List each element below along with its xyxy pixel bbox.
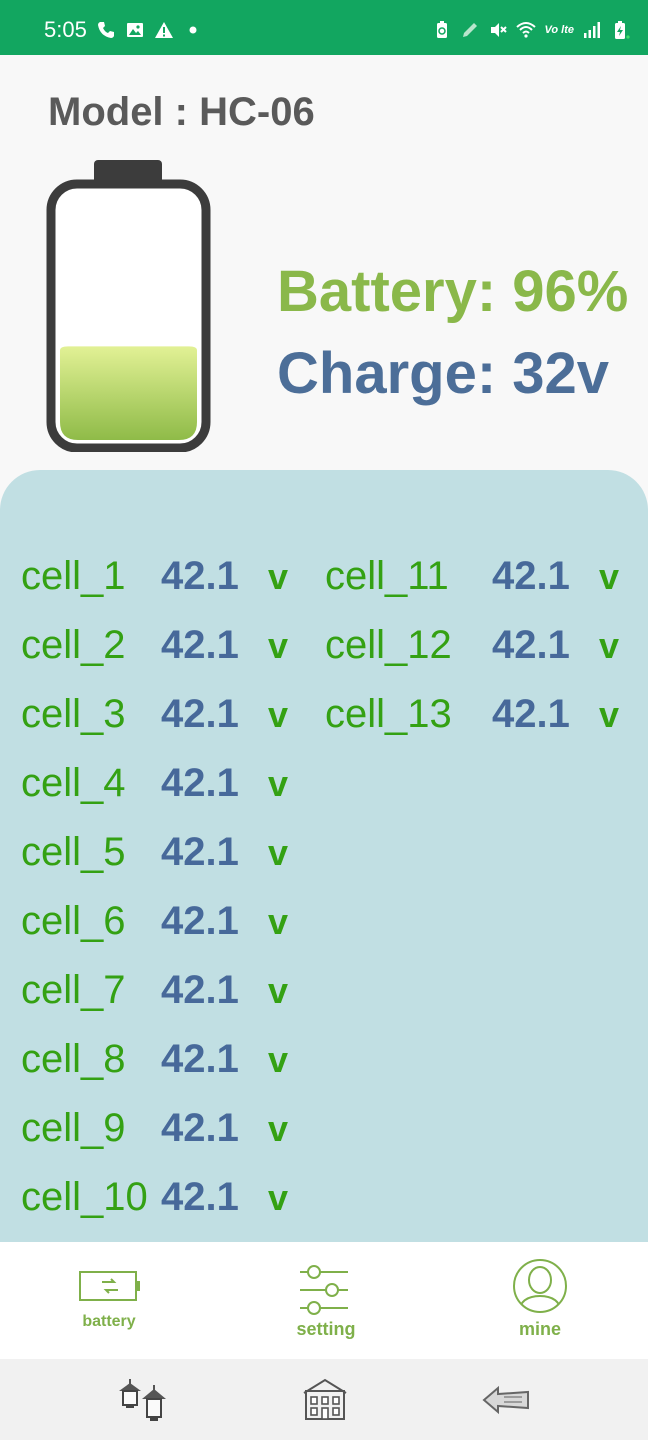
volte-icon: Vo lte [544, 24, 574, 36]
cell-value: 42.1 [161, 692, 239, 736]
cell-name: cell_8 [21, 1037, 126, 1081]
cell-value: 42.1 [161, 1037, 239, 1081]
cell-row: cell_3 42.1 v [21, 692, 298, 752]
battery-fill [60, 346, 197, 440]
house-icon[interactable] [300, 1377, 350, 1423]
nav-label-setting: setting [296, 1319, 356, 1339]
cell-unit: v [268, 556, 289, 597]
cell-unit: v [599, 694, 620, 735]
cell-row: cell_5 42.1 v [21, 830, 298, 890]
battery-icon [615, 21, 630, 39]
cell-value: 42.1 [161, 968, 239, 1012]
phone-icon [98, 22, 114, 38]
wifi-icon [516, 22, 537, 38]
status-time: 5:05 [44, 17, 87, 42]
lanterns-icon[interactable] [116, 1377, 172, 1423]
nav-item-setting[interactable]: setting [276, 1242, 376, 1359]
cell-value: 42.1 [161, 830, 239, 874]
signal-icon [584, 22, 600, 38]
cell-value: 42.1 [161, 899, 239, 943]
cell-value: 42.1 [161, 1175, 239, 1219]
charge-voltage-text: Charge: 32v [277, 341, 610, 406]
cell-name: cell_6 [21, 899, 126, 943]
cell-unit: v [268, 1177, 289, 1218]
cells-panel: cell_1 42.1 v cell_2 42.1 v cell_3 42.1 v cell_4 4… [0, 470, 648, 1242]
battery-saver-icon [437, 21, 448, 38]
cell-name: cell_2 [21, 623, 126, 667]
cell-name: cell_5 [21, 830, 126, 874]
pen-icon [463, 23, 478, 37]
nav-item-battery[interactable]: battery [58, 1242, 160, 1359]
model-line: Model : HC-06 [48, 90, 315, 135]
cell-unit: v [268, 763, 289, 804]
dot-icon [189, 26, 197, 34]
battery-level-graphic [46, 160, 211, 452]
cell-row: cell_4 42.1 v [21, 761, 298, 821]
sliders-icon [300, 1265, 348, 1315]
cell-name: cell_9 [21, 1106, 126, 1150]
cell-value: 42.1 [161, 761, 239, 805]
cell-row: cell_9 42.1 v [21, 1106, 298, 1166]
cell-row: cell_10 42.1 v [21, 1175, 298, 1235]
cell-row: cell_11 42.1 v [325, 554, 629, 614]
cell-value: 42.1 [492, 623, 570, 667]
cell-value: 42.1 [161, 1106, 239, 1150]
mute-icon [491, 23, 508, 37]
cell-unit: v [268, 1108, 289, 1149]
cell-unit: v [599, 556, 620, 597]
cell-value: 42.1 [161, 623, 239, 667]
status-bar: 5:05 Vo lte [0, 0, 648, 55]
cell-name: cell_10 [21, 1175, 148, 1219]
user-circle-icon [513, 1259, 567, 1313]
cell-row: cell_8 42.1 v [21, 1037, 298, 1097]
cell-unit: v [268, 901, 289, 942]
back-arrow-icon[interactable] [482, 1385, 530, 1415]
cell-row: cell_2 42.1 v [21, 623, 298, 683]
image-icon [127, 23, 143, 37]
status-left-icons [96, 20, 203, 40]
battery-percent-text: Battery: 96% [277, 259, 629, 324]
system-nav-bar [0, 1359, 648, 1440]
cell-row: cell_12 42.1 v [325, 623, 629, 683]
cell-value: 42.1 [161, 554, 239, 598]
cell-unit: v [268, 625, 289, 666]
model-value: HC-06 [199, 90, 315, 134]
cell-row: cell_7 42.1 v [21, 968, 298, 1028]
status-right-icons: Vo lte [432, 20, 630, 40]
warning-icon [155, 22, 173, 38]
cell-unit: v [268, 694, 289, 735]
cell-name: cell_7 [21, 968, 126, 1012]
cell-unit: v [268, 970, 289, 1011]
nav-label-mine: mine [518, 1319, 561, 1339]
cell-name: cell_11 [325, 554, 449, 598]
bottom-nav: battery setting mine [0, 1242, 648, 1359]
cell-name: cell_4 [21, 761, 126, 805]
cell-name: cell_13 [325, 692, 452, 736]
cell-name: cell_1 [21, 554, 126, 598]
cell-value: 42.1 [492, 692, 570, 736]
nav-label-battery: battery [82, 1313, 136, 1330]
cell-row: cell_1 42.1 v [21, 554, 298, 614]
battery-outline-icon [79, 1271, 140, 1301]
cell-unit: v [268, 832, 289, 873]
cell-row: cell_6 42.1 v [21, 899, 298, 959]
cell-unit: v [268, 1039, 289, 1080]
cell-value: 42.1 [492, 554, 570, 598]
cell-name: cell_3 [21, 692, 126, 736]
model-label: Model : [48, 90, 188, 134]
cell-name: cell_12 [325, 623, 452, 667]
cell-unit: v [599, 625, 620, 666]
cell-row: cell_13 42.1 v [325, 692, 629, 752]
nav-item-mine[interactable]: mine [490, 1242, 590, 1359]
